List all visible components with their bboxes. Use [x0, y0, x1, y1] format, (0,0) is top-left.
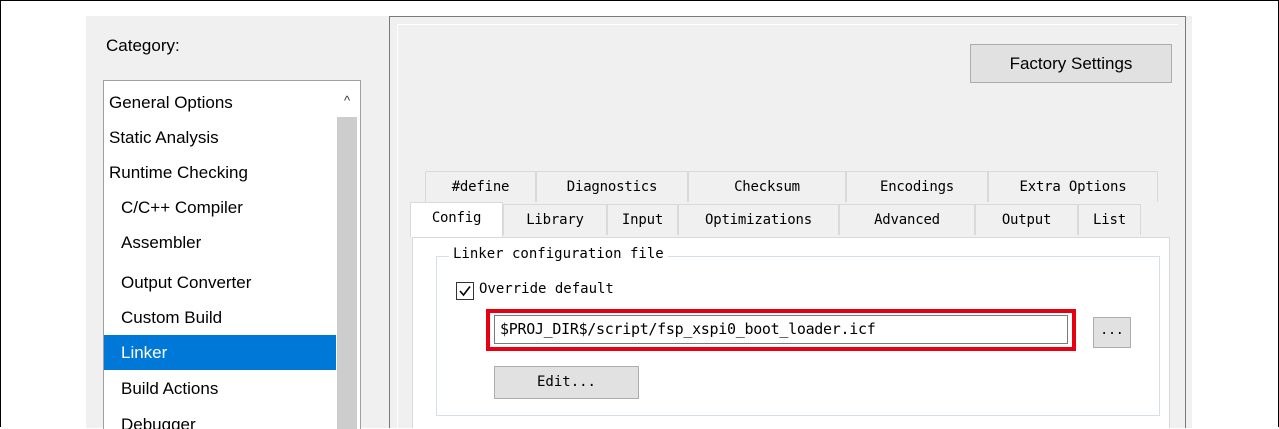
tab-input[interactable]: Input	[607, 204, 678, 235]
tab-optimizations[interactable]: Optimizations	[678, 204, 839, 235]
category-item-static-analysis[interactable]: Static Analysis	[104, 120, 336, 155]
override-default-label[interactable]: Override default	[479, 281, 614, 297]
config-file-path-input[interactable]: $PROJ_DIR$/script/fsp_xspi0_boot_loader.…	[494, 315, 1068, 344]
edit-button[interactable]: Edit...	[494, 366, 639, 399]
tab-config[interactable]: Config	[410, 202, 503, 237]
tab-advanced[interactable]: Advanced	[839, 204, 975, 235]
category-label: Category:	[106, 36, 180, 55]
category-scrollbar[interactable]: ^	[336, 81, 358, 429]
linker-config-group-title: Linker configuration file	[449, 246, 668, 262]
category-item-linker[interactable]: Linker	[104, 335, 336, 370]
category-item-c-cpp-compiler[interactable]: C/C++ Compiler	[104, 190, 336, 225]
scrollbar-thumb[interactable]	[337, 117, 357, 429]
browse-button[interactable]: ...	[1093, 317, 1131, 348]
override-default-checkbox[interactable]	[456, 282, 474, 300]
tab-define[interactable]: #define	[425, 171, 536, 202]
tab-diagnostics[interactable]: Diagnostics	[536, 171, 688, 202]
tab-checksum[interactable]: Checksum	[688, 171, 846, 202]
category-item-custom-build[interactable]: Custom Build	[104, 300, 336, 335]
category-item-output-converter[interactable]: Output Converter	[104, 265, 336, 300]
tab-library[interactable]: Library	[503, 204, 607, 235]
category-item-debugger[interactable]: Debugger	[104, 407, 336, 429]
category-item-runtime-checking[interactable]: Runtime Checking	[104, 155, 336, 190]
checkmark-icon	[459, 286, 471, 297]
tab-output[interactable]: Output	[975, 204, 1078, 235]
tab-extra-options[interactable]: Extra Options	[988, 171, 1158, 202]
factory-settings-button[interactable]: Factory Settings	[970, 44, 1172, 83]
tab-list[interactable]: List	[1078, 204, 1141, 235]
category-item-general-options[interactable]: General Options	[104, 85, 336, 120]
category-item-build-actions[interactable]: Build Actions	[104, 371, 336, 406]
category-item-assembler[interactable]: Assembler	[104, 225, 336, 260]
tab-encodings[interactable]: Encodings	[846, 171, 988, 202]
category-list[interactable]: General Options Static Analysis Runtime …	[103, 80, 361, 429]
scroll-up-arrow-icon[interactable]: ^	[336, 81, 358, 117]
